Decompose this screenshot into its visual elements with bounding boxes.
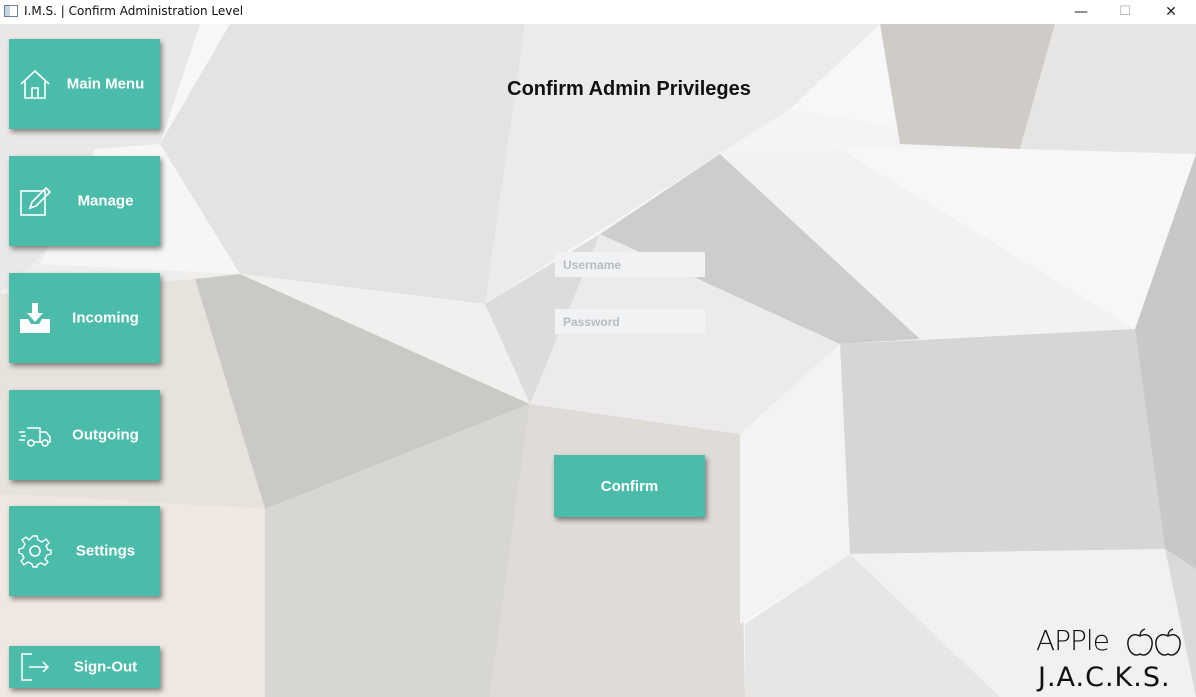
sidebar-item-label: Manage xyxy=(77,192,134,210)
logo-line1: APPle xyxy=(1036,624,1110,657)
sign-out-icon xyxy=(21,653,50,681)
minimize-button[interactable]: — xyxy=(1058,0,1104,24)
sidebar-item-label: Incoming xyxy=(72,309,139,327)
sidebar-item-settings[interactable]: Settings xyxy=(9,506,160,596)
username-field[interactable] xyxy=(555,252,705,277)
sidebar-item-main-menu[interactable]: Main Menu xyxy=(9,39,160,129)
maximize-button[interactable]: ☐ xyxy=(1102,0,1148,24)
truck-icon xyxy=(19,427,51,447)
window-titlebar: I.M.S. | Confirm Administration Level — … xyxy=(0,0,1196,24)
logo-line2: J.A.C.K.S. xyxy=(1038,662,1171,693)
page-title: Confirm Admin Privileges xyxy=(507,78,751,100)
sidebar-item-outgoing[interactable]: Outgoing xyxy=(9,390,160,480)
sidebar-item-sign-out[interactable]: Sign-Out xyxy=(9,646,160,688)
sidebar-item-label: Main Menu xyxy=(66,75,145,93)
sidebar-item-label: Sign-Out xyxy=(73,658,138,676)
gear-icon xyxy=(18,535,52,568)
sidebar-item-label: Settings xyxy=(75,542,136,560)
app-icon xyxy=(4,5,18,17)
sidebar-item-manage[interactable]: Manage xyxy=(9,156,160,246)
password-field[interactable] xyxy=(555,309,705,334)
home-icon xyxy=(20,69,50,99)
apples-icon xyxy=(1127,628,1181,656)
apple-jacks-logo: APPle J.A.C.K.S. xyxy=(1036,624,1186,697)
confirm-button[interactable]: Confirm xyxy=(554,455,705,517)
content-area: Main Menu Manage Incoming Outgoing Setti… xyxy=(0,24,1196,697)
inbox-download-icon xyxy=(20,303,50,333)
close-button[interactable]: ✕ xyxy=(1148,0,1194,24)
window-title: I.M.S. | Confirm Administration Level xyxy=(24,4,244,18)
sidebar-item-incoming[interactable]: Incoming xyxy=(9,273,160,363)
sidebar-item-label: Outgoing xyxy=(72,426,139,444)
edit-icon xyxy=(20,186,52,216)
low-poly-background xyxy=(0,24,1196,697)
